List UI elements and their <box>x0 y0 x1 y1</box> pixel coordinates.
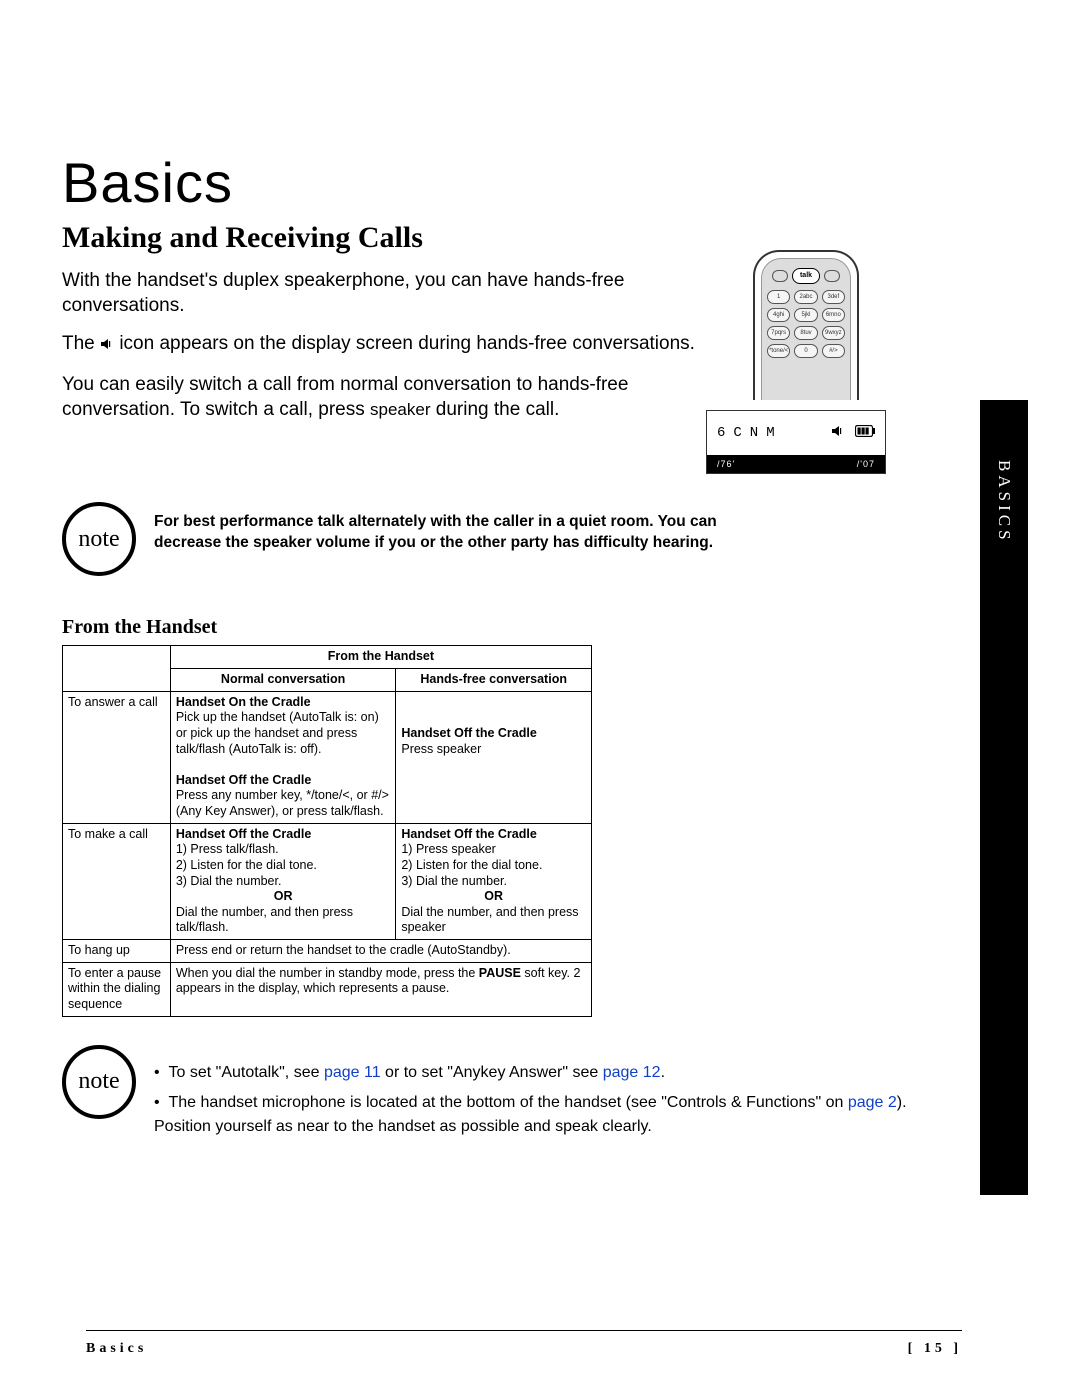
side-tab: BASICS <box>980 400 1028 1195</box>
note-2-list: • To set "Autotalk", see page 11 or to s… <box>154 1045 962 1145</box>
phone-key: 6mno <box>822 308 845 322</box>
phone-key: 4ghi <box>767 308 790 322</box>
table-top-header: From the Handset <box>170 646 591 669</box>
phone-key: 9wxyz <box>822 326 845 340</box>
link-page-2[interactable]: page 2 <box>848 1094 897 1111</box>
table-col-handsfree: Hands-free conversation <box>396 669 592 692</box>
page-title: Basics <box>62 150 962 215</box>
handset-table: From the Handset Normal conversation Han… <box>62 645 592 1016</box>
lcd-text: 6CNM <box>717 425 783 441</box>
row-label-answer: To answer a call <box>63 691 171 823</box>
page-footer: Basics [ 15 ] <box>86 1330 962 1357</box>
note-badge: note <box>62 502 136 576</box>
table-row-pause: To enter a pause within the dialing sequ… <box>63 962 592 1016</box>
phone-key: 0 <box>794 344 817 358</box>
side-tab-label: BASICS <box>994 460 1014 544</box>
table-row-hangup: To hang up Press end or return the hands… <box>63 940 592 963</box>
paragraph-1: With the handset's duplex speakerphone, … <box>62 269 702 318</box>
phone-illustration: talk 1 2abc 3def 4ghi 5jkl 6mno 7pqrs 8t… <box>731 250 881 400</box>
note-2: note • To set "Autotalk", see page 11 or… <box>62 1045 962 1145</box>
link-page-11[interactable]: page 11 <box>324 1064 381 1081</box>
phone-key-talk: talk <box>792 268 820 284</box>
speaker-icon <box>100 334 114 359</box>
lcd-speaker-icon <box>831 424 845 443</box>
phone-key: 3def <box>822 290 845 304</box>
lcd-display: 6CNM <box>706 410 886 474</box>
phone-key-small-right <box>824 270 840 282</box>
note-1: note For best performance talk alternate… <box>62 502 962 576</box>
row-label-hangup: To hang up <box>63 940 171 963</box>
from-handset-heading: From the Handset <box>62 616 962 639</box>
phone-illustration-area: talk 1 2abc 3def 4ghi 5jkl 6mno 7pqrs 8t… <box>706 250 906 474</box>
table-row-make: To make a call Handset Off the Cradle 1)… <box>63 823 592 939</box>
note-badge: note <box>62 1045 136 1119</box>
page-content: Basics Making and Receiving Calls With t… <box>62 150 962 1145</box>
note-2-item-1: • To set "Autotalk", see page 11 or to s… <box>154 1061 962 1085</box>
note-2-item-2: • The handset microphone is located at t… <box>154 1091 962 1139</box>
lcd-battery-icon <box>855 424 875 442</box>
footer-page-number: [ 15 ] <box>908 1341 962 1357</box>
footer-left: Basics <box>86 1341 147 1357</box>
paragraph-2: The icon appears on the display screen d… <box>62 332 702 359</box>
phone-keypad: 1 2abc 3def 4ghi 5jkl 6mno 7pqrs 8tuv 9w… <box>767 290 845 358</box>
note-1-text: For best performance talk alternately wi… <box>154 502 744 552</box>
lcd-softkey-right: /'07 <box>796 459 885 469</box>
lcd-softkey-left: /76' <box>707 459 796 469</box>
phone-key: #/> <box>822 344 845 358</box>
phone-key: 8tuv <box>794 326 817 340</box>
table-corner <box>63 646 171 691</box>
phone-key: 2abc <box>794 290 817 304</box>
table-col-normal: Normal conversation <box>170 669 396 692</box>
row-label-make: To make a call <box>63 823 171 939</box>
row-label-pause: To enter a pause within the dialing sequ… <box>63 962 171 1016</box>
phone-key: *tone/< <box>767 344 790 358</box>
paragraph-3: You can easily switch a call from normal… <box>62 373 702 422</box>
phone-key: 1 <box>767 290 790 304</box>
table-row-answer: To answer a call Handset On the Cradle P… <box>63 691 592 823</box>
link-page-12[interactable]: page 12 <box>603 1064 661 1081</box>
phone-key: 7pqrs <box>767 326 790 340</box>
phone-key-small-left <box>772 270 788 282</box>
phone-key: 5jkl <box>794 308 817 322</box>
